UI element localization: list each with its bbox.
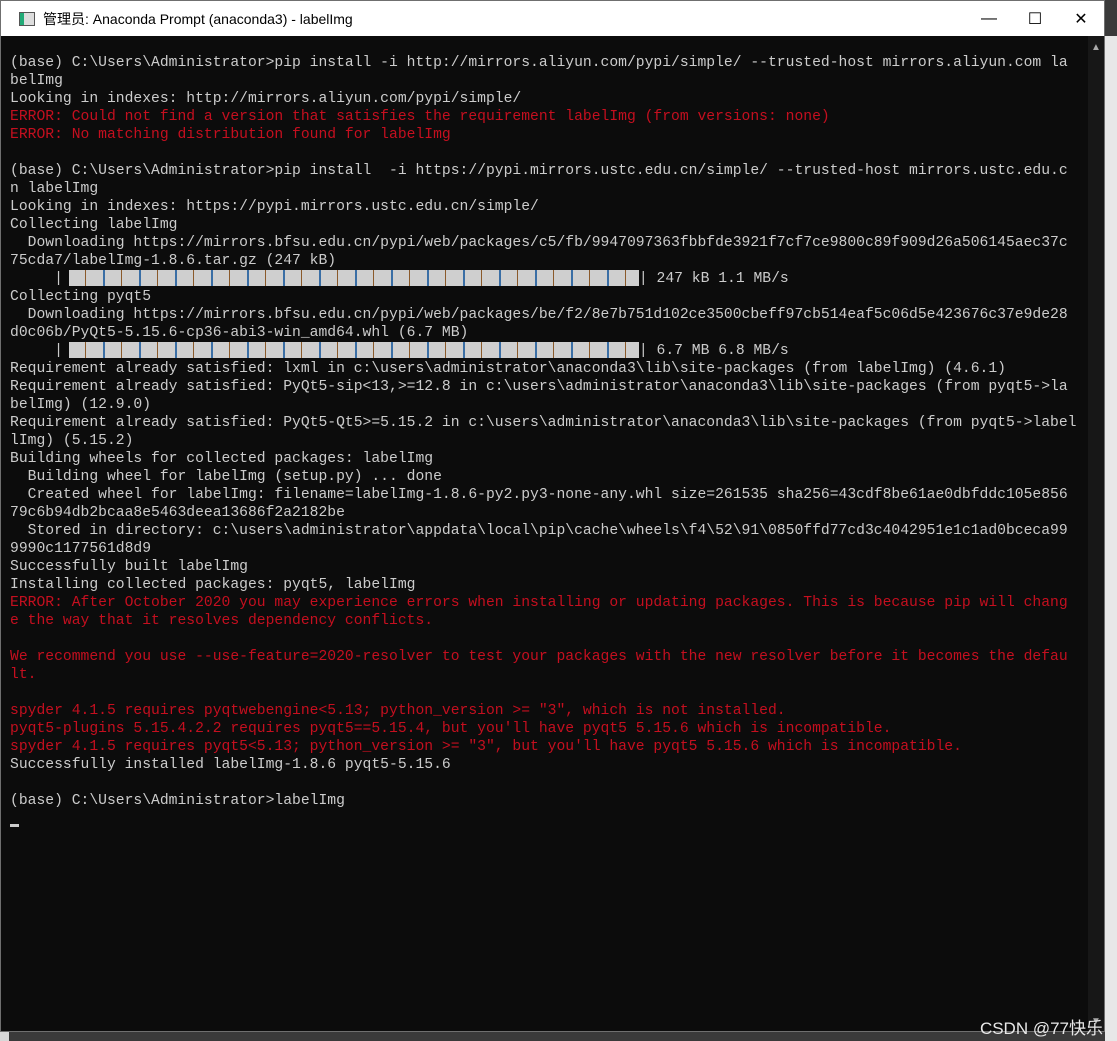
progress-text: | 6.7 MB 6.8 MB/s — [638, 343, 789, 359]
progress-bar-start: | — [54, 343, 63, 359]
terminal-line: Collecting labelImg — [10, 217, 178, 233]
anaconda-prompt-window: 管理员: Anaconda Prompt (anaconda3) - label… — [0, 0, 1105, 1032]
terminal-line: 79c6b94db2bcaa8e5463deea13686f2a2182be — [10, 505, 345, 521]
desktop-background-right — [1105, 36, 1117, 1041]
terminal-line: belImg) (12.9.0) — [10, 397, 152, 413]
terminal-line: Requirement already satisfied: lxml in c… — [10, 361, 1006, 377]
terminal-line: (base) C:\Users\Administrator>pip instal… — [10, 55, 1068, 71]
progress-line: | | 247 kB 1.1 MB/s — [10, 270, 1090, 288]
minimize-button[interactable]: — — [966, 1, 1012, 36]
terminal-output[interactable]: (base) C:\Users\Administrator>pip instal… — [10, 54, 1090, 828]
close-button[interactable]: ✕ — [1058, 1, 1104, 36]
scroll-up-arrow-icon[interactable]: ▲ — [1088, 42, 1104, 53]
terminal-line: (base) C:\Users\Administrator>pip instal… — [10, 163, 1068, 179]
download-progress-bar — [68, 270, 639, 287]
progress-bar-start: | — [54, 271, 63, 287]
terminal-line: lt. — [10, 667, 37, 683]
terminal-line: Stored in directory: c:\users\administra… — [10, 523, 1068, 539]
terminal-line: d0c06b/PyQt5-5.15.6-cp36-abi3-win_amd64.… — [10, 325, 469, 341]
terminal-line: ERROR: After October 2020 you may experi… — [10, 595, 1068, 611]
title-bar[interactable]: 管理员: Anaconda Prompt (anaconda3) - label… — [1, 1, 1104, 36]
progress-text: | 247 kB 1.1 MB/s — [638, 271, 789, 287]
terminal-line: pyqt5-plugins 5.15.4.2.2 requires pyqt5=… — [10, 721, 892, 737]
terminal-line: Collecting pyqt5 — [10, 289, 152, 305]
text-cursor — [10, 824, 19, 827]
terminal-line: Created wheel for labelImg: filename=lab… — [10, 487, 1068, 503]
terminal-line: Downloading https://mirrors.bfsu.edu.cn/… — [10, 307, 1068, 323]
terminal-line: ERROR: Could not find a version that sat… — [10, 109, 830, 125]
terminal-line: Successfully installed labelImg-1.8.6 py… — [10, 757, 451, 773]
cursor-line — [10, 810, 1090, 828]
terminal-line: spyder 4.1.5 requires pyqt5<5.13; python… — [10, 739, 962, 755]
console-app-icon[interactable] — [19, 11, 35, 26]
terminal-line: Downloading https://mirrors.bfsu.edu.cn/… — [10, 235, 1068, 251]
terminal-line: Building wheels for collected packages: … — [10, 451, 434, 467]
terminal-line: Requirement already satisfied: PyQt5-Qt5… — [10, 415, 1077, 431]
vertical-scrollbar[interactable]: ▲ ▼ — [1088, 36, 1104, 1031]
terminal-line: 75cda7/labelImg-1.8.6.tar.gz (247 kB) — [10, 253, 337, 269]
terminal-line: spyder 4.1.5 requires pyqtwebengine<5.13… — [10, 703, 786, 719]
terminal-line: e the way that it resolves dependency co… — [10, 613, 434, 629]
window-title: 管理员: Anaconda Prompt (anaconda3) - label… — [43, 10, 353, 27]
terminal-line: belImg — [10, 73, 63, 89]
terminal-line: We recommend you use --use-feature=2020-… — [10, 649, 1068, 665]
watermark: CSDN @77快乐 — [979, 1019, 1103, 1038]
terminal-line: (base) C:\Users\Administrator>labelImg — [10, 793, 345, 809]
terminal-line: Looking in indexes: https://pypi.mirrors… — [10, 199, 539, 215]
terminal-line: lImg) (5.15.2) — [10, 433, 134, 449]
terminal-line: Building wheel for labelImg (setup.py) .… — [10, 469, 442, 485]
download-progress-bar — [68, 342, 639, 359]
terminal-line: Looking in indexes: http://mirrors.aliyu… — [10, 91, 522, 107]
terminal-line: Requirement already satisfied: PyQt5-sip… — [10, 379, 1068, 395]
terminal-line: n labelImg — [10, 181, 99, 197]
maximize-button[interactable]: ☐ — [1012, 1, 1058, 36]
terminal-line: Installing collected packages: pyqt5, la… — [10, 577, 416, 593]
terminal-line: ERROR: No matching distribution found fo… — [10, 127, 451, 143]
progress-line: | | 6.7 MB 6.8 MB/s — [10, 342, 1090, 360]
terminal-line: 9990c1177561d8d9 — [10, 541, 152, 557]
terminal-line: Successfully built labelImg — [10, 559, 248, 575]
